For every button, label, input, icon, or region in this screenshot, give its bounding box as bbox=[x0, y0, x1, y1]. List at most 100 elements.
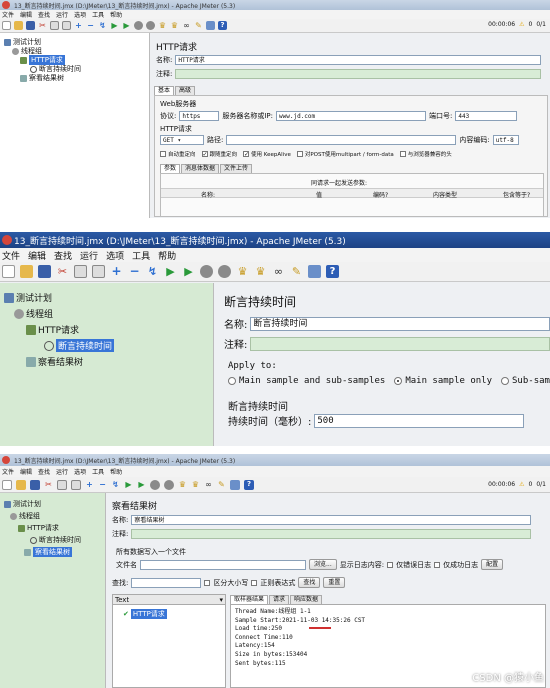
warning-icon[interactable]: ⚠ bbox=[519, 21, 524, 28]
function-helper-icon[interactable] bbox=[230, 479, 240, 490]
paste-icon[interactable] bbox=[71, 479, 81, 490]
case-sensitive-checkbox[interactable] bbox=[204, 579, 211, 586]
comment-input[interactable] bbox=[131, 529, 532, 539]
tab-request[interactable]: 请求 bbox=[269, 595, 290, 604]
new-icon[interactable] bbox=[2, 21, 11, 30]
radio-main-only[interactable] bbox=[394, 377, 403, 385]
save-icon[interactable] bbox=[26, 21, 35, 30]
start-no-pause-icon[interactable]: ▶ bbox=[137, 480, 146, 489]
cut-icon[interactable]: ✂ bbox=[38, 21, 47, 30]
new-icon[interactable] bbox=[2, 265, 15, 278]
tab-basic[interactable]: 基本 bbox=[154, 86, 175, 95]
start-no-pause-icon[interactable]: ▶ bbox=[122, 21, 131, 30]
tree-node-results-tree[interactable]: 察看结果树 bbox=[26, 355, 83, 368]
menu-help[interactable]: 帮助 bbox=[110, 10, 122, 19]
clear-icon[interactable]: ♛ bbox=[158, 21, 167, 30]
clear-all-icon[interactable]: ♛ bbox=[170, 21, 179, 30]
filename-input[interactable] bbox=[140, 559, 306, 570]
copy-icon[interactable] bbox=[57, 479, 67, 490]
paste-icon[interactable] bbox=[92, 265, 105, 278]
tree-node-test-plan[interactable]: 测试计划 bbox=[4, 291, 52, 304]
tab-sampler-result[interactable]: 取样器结果 bbox=[230, 595, 269, 604]
open-icon[interactable] bbox=[20, 265, 33, 278]
menu-search[interactable]: 查找 bbox=[54, 249, 72, 262]
help-icon[interactable]: ? bbox=[218, 21, 227, 30]
start-icon[interactable]: ▶ bbox=[164, 265, 177, 278]
search-binoculars-icon[interactable]: ∞ bbox=[272, 265, 285, 278]
menu-run[interactable]: 运行 bbox=[56, 10, 68, 19]
stop-icon[interactable] bbox=[200, 265, 213, 278]
name-input[interactable]: HTTP请求 bbox=[175, 55, 542, 65]
encoding-input[interactable]: utf-8 bbox=[492, 135, 519, 145]
save-icon[interactable] bbox=[38, 265, 51, 278]
search-binoculars-icon[interactable]: ∞ bbox=[182, 21, 191, 30]
reset-button[interactable]: 重置 bbox=[323, 577, 346, 588]
copy-icon[interactable] bbox=[74, 265, 87, 278]
regex-checkbox[interactable] bbox=[251, 579, 258, 586]
find-button[interactable]: 查找 bbox=[298, 577, 321, 588]
menu-options[interactable]: 选项 bbox=[106, 249, 124, 262]
menu-help[interactable]: 帮助 bbox=[158, 249, 176, 262]
new-icon[interactable] bbox=[2, 479, 12, 490]
help-icon[interactable]: ? bbox=[244, 479, 254, 490]
tree-node-results-tree[interactable]: 察看结果树 bbox=[24, 547, 72, 557]
comment-input[interactable] bbox=[250, 336, 550, 351]
radio-sub-only[interactable] bbox=[501, 377, 510, 385]
toggle-icon[interactable]: ↯ bbox=[146, 265, 159, 278]
tab-response-data[interactable]: 响应数据 bbox=[290, 595, 323, 604]
tab-advanced[interactable]: 高级 bbox=[175, 86, 196, 95]
duration-input[interactable]: 500 bbox=[314, 413, 525, 428]
tree-node-thread-group[interactable]: 线程组 bbox=[10, 511, 40, 521]
menu-edit[interactable]: 编辑 bbox=[20, 10, 32, 19]
browser-headers-checkbox[interactable] bbox=[399, 151, 406, 157]
clear-all-icon[interactable]: ♛ bbox=[254, 265, 267, 278]
copy-icon[interactable] bbox=[50, 21, 59, 30]
port-input[interactable]: 443 bbox=[455, 111, 518, 121]
tree-node-thread-group[interactable]: 线程组 bbox=[14, 307, 53, 320]
open-icon[interactable] bbox=[16, 479, 26, 490]
server-input[interactable]: www.jd.com bbox=[276, 111, 427, 121]
expand-icon[interactable]: + bbox=[74, 21, 83, 30]
menu-options[interactable]: 选项 bbox=[74, 10, 86, 19]
menu-file[interactable]: 文件 bbox=[2, 249, 20, 262]
help-icon[interactable]: ? bbox=[326, 265, 339, 278]
toggle-icon[interactable]: ↯ bbox=[111, 480, 120, 489]
renderer-select[interactable]: Text ▾ bbox=[113, 595, 225, 605]
toggle-icon[interactable]: ↯ bbox=[98, 21, 107, 30]
reset-search-icon[interactable]: ✎ bbox=[290, 265, 303, 278]
expand-icon[interactable]: + bbox=[110, 265, 123, 278]
menu-file[interactable]: 文件 bbox=[2, 467, 14, 476]
open-icon[interactable] bbox=[14, 21, 23, 30]
collapse-icon[interactable]: − bbox=[128, 265, 141, 278]
search-input[interactable] bbox=[131, 577, 202, 588]
menu-run[interactable]: 运行 bbox=[56, 467, 68, 476]
menu-file[interactable]: 文件 bbox=[2, 10, 14, 19]
menu-tools[interactable]: 工具 bbox=[92, 10, 104, 19]
clear-icon[interactable]: ♛ bbox=[178, 480, 187, 489]
function-helper-icon[interactable] bbox=[206, 21, 215, 30]
menu-edit[interactable]: 编辑 bbox=[28, 249, 46, 262]
path-input[interactable] bbox=[226, 135, 457, 145]
tab-parameters[interactable]: 参数 bbox=[160, 164, 181, 173]
menu-tools[interactable]: 工具 bbox=[132, 249, 150, 262]
keepalive-checkbox[interactable] bbox=[243, 151, 250, 157]
multipart-checkbox[interactable] bbox=[296, 151, 303, 157]
browse-button[interactable]: 浏览... bbox=[309, 559, 337, 570]
reset-search-icon[interactable]: ✎ bbox=[194, 21, 203, 30]
tab-file-upload[interactable]: 文件上传 bbox=[220, 164, 253, 173]
clear-icon[interactable]: ♛ bbox=[236, 265, 249, 278]
only-success-checkbox[interactable] bbox=[434, 561, 441, 568]
comment-input[interactable] bbox=[175, 69, 542, 79]
only-errors-checkbox[interactable] bbox=[387, 561, 394, 568]
collapse-icon[interactable]: − bbox=[98, 480, 107, 489]
menu-search[interactable]: 查找 bbox=[38, 10, 50, 19]
reset-search-icon[interactable]: ✎ bbox=[217, 480, 226, 489]
search-binoculars-icon[interactable]: ∞ bbox=[204, 480, 213, 489]
shutdown-icon[interactable] bbox=[146, 21, 155, 30]
radio-main-and-sub[interactable] bbox=[228, 377, 236, 385]
menu-run[interactable]: 运行 bbox=[80, 249, 98, 262]
result-item[interactable]: ✔ HTTP请求 bbox=[123, 609, 167, 619]
follow-redirect-checkbox[interactable] bbox=[201, 151, 208, 157]
menu-edit[interactable]: 编辑 bbox=[20, 467, 32, 476]
tree-node-test-plan[interactable]: 测试计划 bbox=[4, 499, 41, 509]
